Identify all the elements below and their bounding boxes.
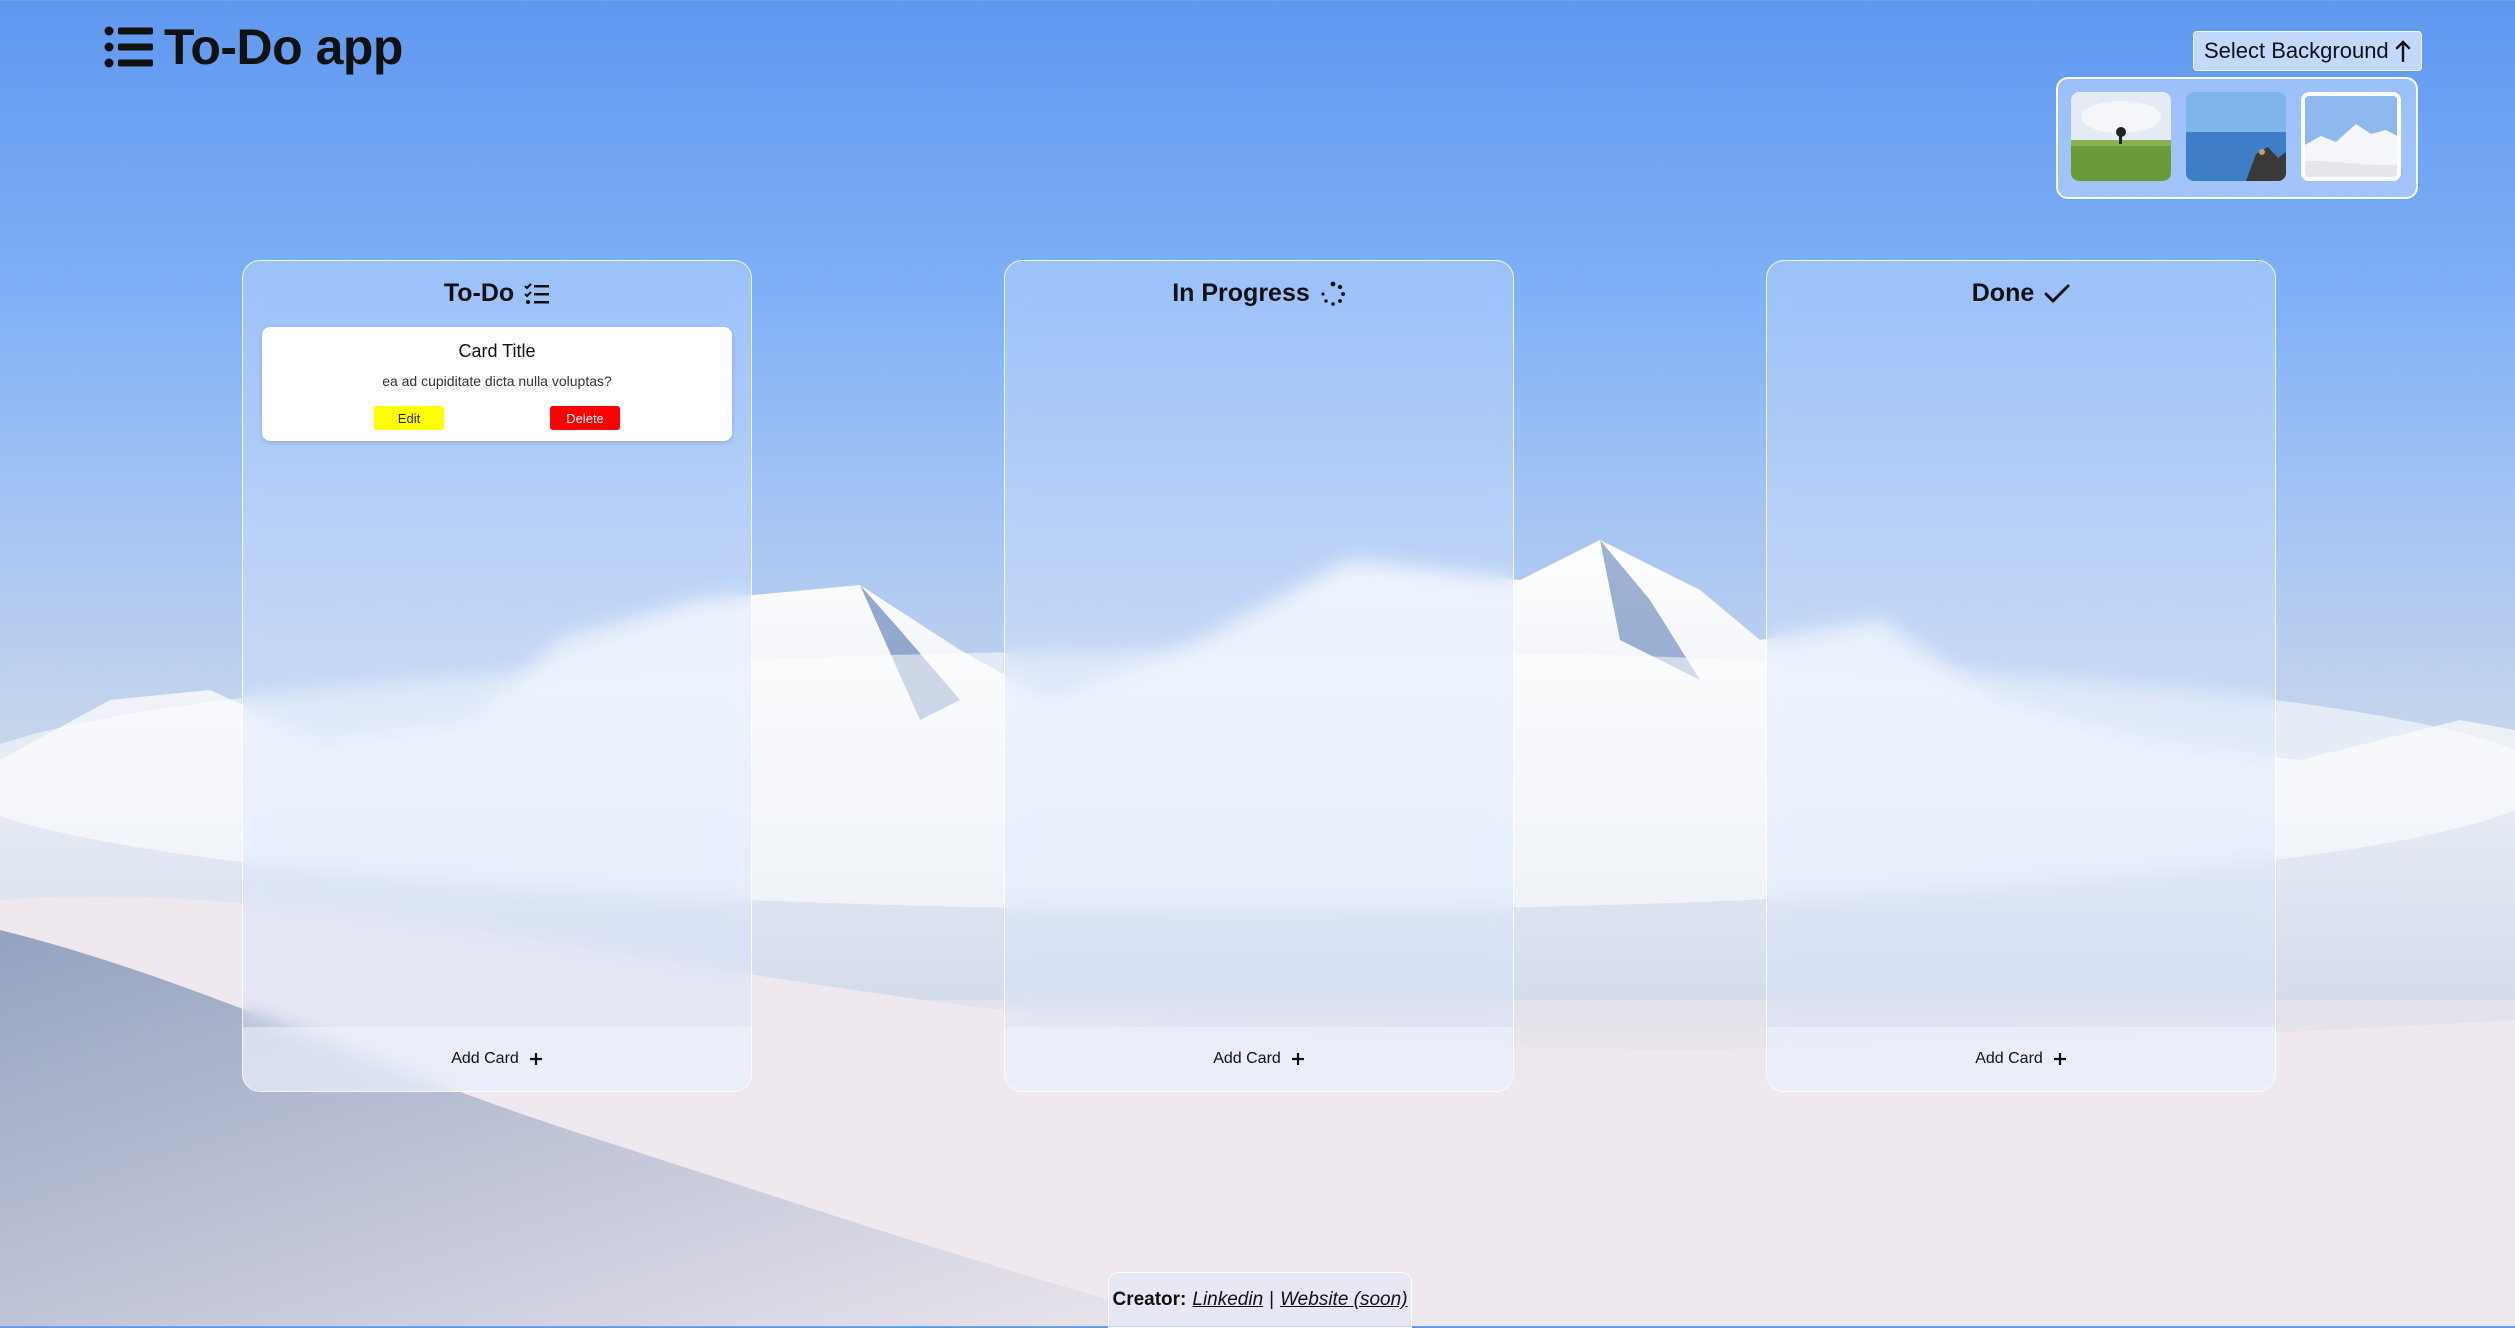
creator-label: Creator: xyxy=(1112,1289,1187,1310)
column-header: Done xyxy=(1767,279,2275,308)
delete-button[interactable]: Delete xyxy=(550,406,620,430)
sea-rocks-image xyxy=(2186,92,2286,181)
add-card-button[interactable]: Add Card xyxy=(1767,1027,2275,1091)
add-card-label: Add Card xyxy=(1975,1050,2043,1067)
field-tree-image xyxy=(2071,92,2171,181)
background-options-panel xyxy=(2056,77,2418,199)
plus-icon xyxy=(529,1053,542,1065)
column-title: Done xyxy=(1971,279,2035,307)
add-card-label: Add Card xyxy=(451,1050,519,1067)
plus-icon xyxy=(2053,1053,2066,1065)
check-icon xyxy=(2044,284,2070,302)
select-background-label: Select Background xyxy=(2204,38,2389,63)
column-header: In Progress xyxy=(1005,279,1513,308)
plus-icon xyxy=(1291,1053,1304,1065)
column-done: Done Add Card xyxy=(1766,260,2276,1092)
column-title: In Progress xyxy=(1172,279,1310,307)
website-link[interactable]: Website (soon) xyxy=(1280,1289,1407,1311)
task-card[interactable]: Card Title ea ad cupiditate dicta nulla … xyxy=(262,327,732,441)
arrow-up-icon xyxy=(2395,40,2410,62)
edit-button[interactable]: Edit xyxy=(374,406,444,430)
card-title: Card Title xyxy=(458,341,536,361)
app-title: To-Do app xyxy=(164,19,403,75)
linkedin-link[interactable]: Linkedin xyxy=(1192,1289,1263,1311)
add-card-button[interactable]: Add Card xyxy=(1005,1027,1513,1091)
column-header: To-Do xyxy=(243,279,751,308)
footer-separator: | xyxy=(1269,1289,1275,1310)
add-card-label: Add Card xyxy=(1213,1050,1281,1067)
footer-credits: Creator: Linkedin | Website (soon) xyxy=(1108,1272,1412,1328)
app-header: To-Do app xyxy=(104,18,403,76)
card-description: ea ad cupiditate dicta nulla voluptas? xyxy=(382,373,612,389)
add-card-button[interactable]: Add Card xyxy=(243,1027,751,1091)
background-thumb-field[interactable] xyxy=(2071,92,2171,181)
background-thumb-mountains[interactable] xyxy=(2301,92,2401,181)
column-title: To-Do xyxy=(443,279,515,307)
column-todo: To-Do Card Title ea ad cupiditate dicta … xyxy=(242,260,752,1092)
checklist-icon xyxy=(524,282,550,304)
background-thumb-sea[interactable] xyxy=(2186,92,2286,181)
select-background-button[interactable]: Select Background xyxy=(2193,31,2422,71)
column-in-progress: In Progress Add Card xyxy=(1004,260,1514,1092)
list-icon xyxy=(104,26,153,68)
snow-mountains-image xyxy=(2301,92,2401,181)
spinner-icon xyxy=(1321,281,1345,306)
